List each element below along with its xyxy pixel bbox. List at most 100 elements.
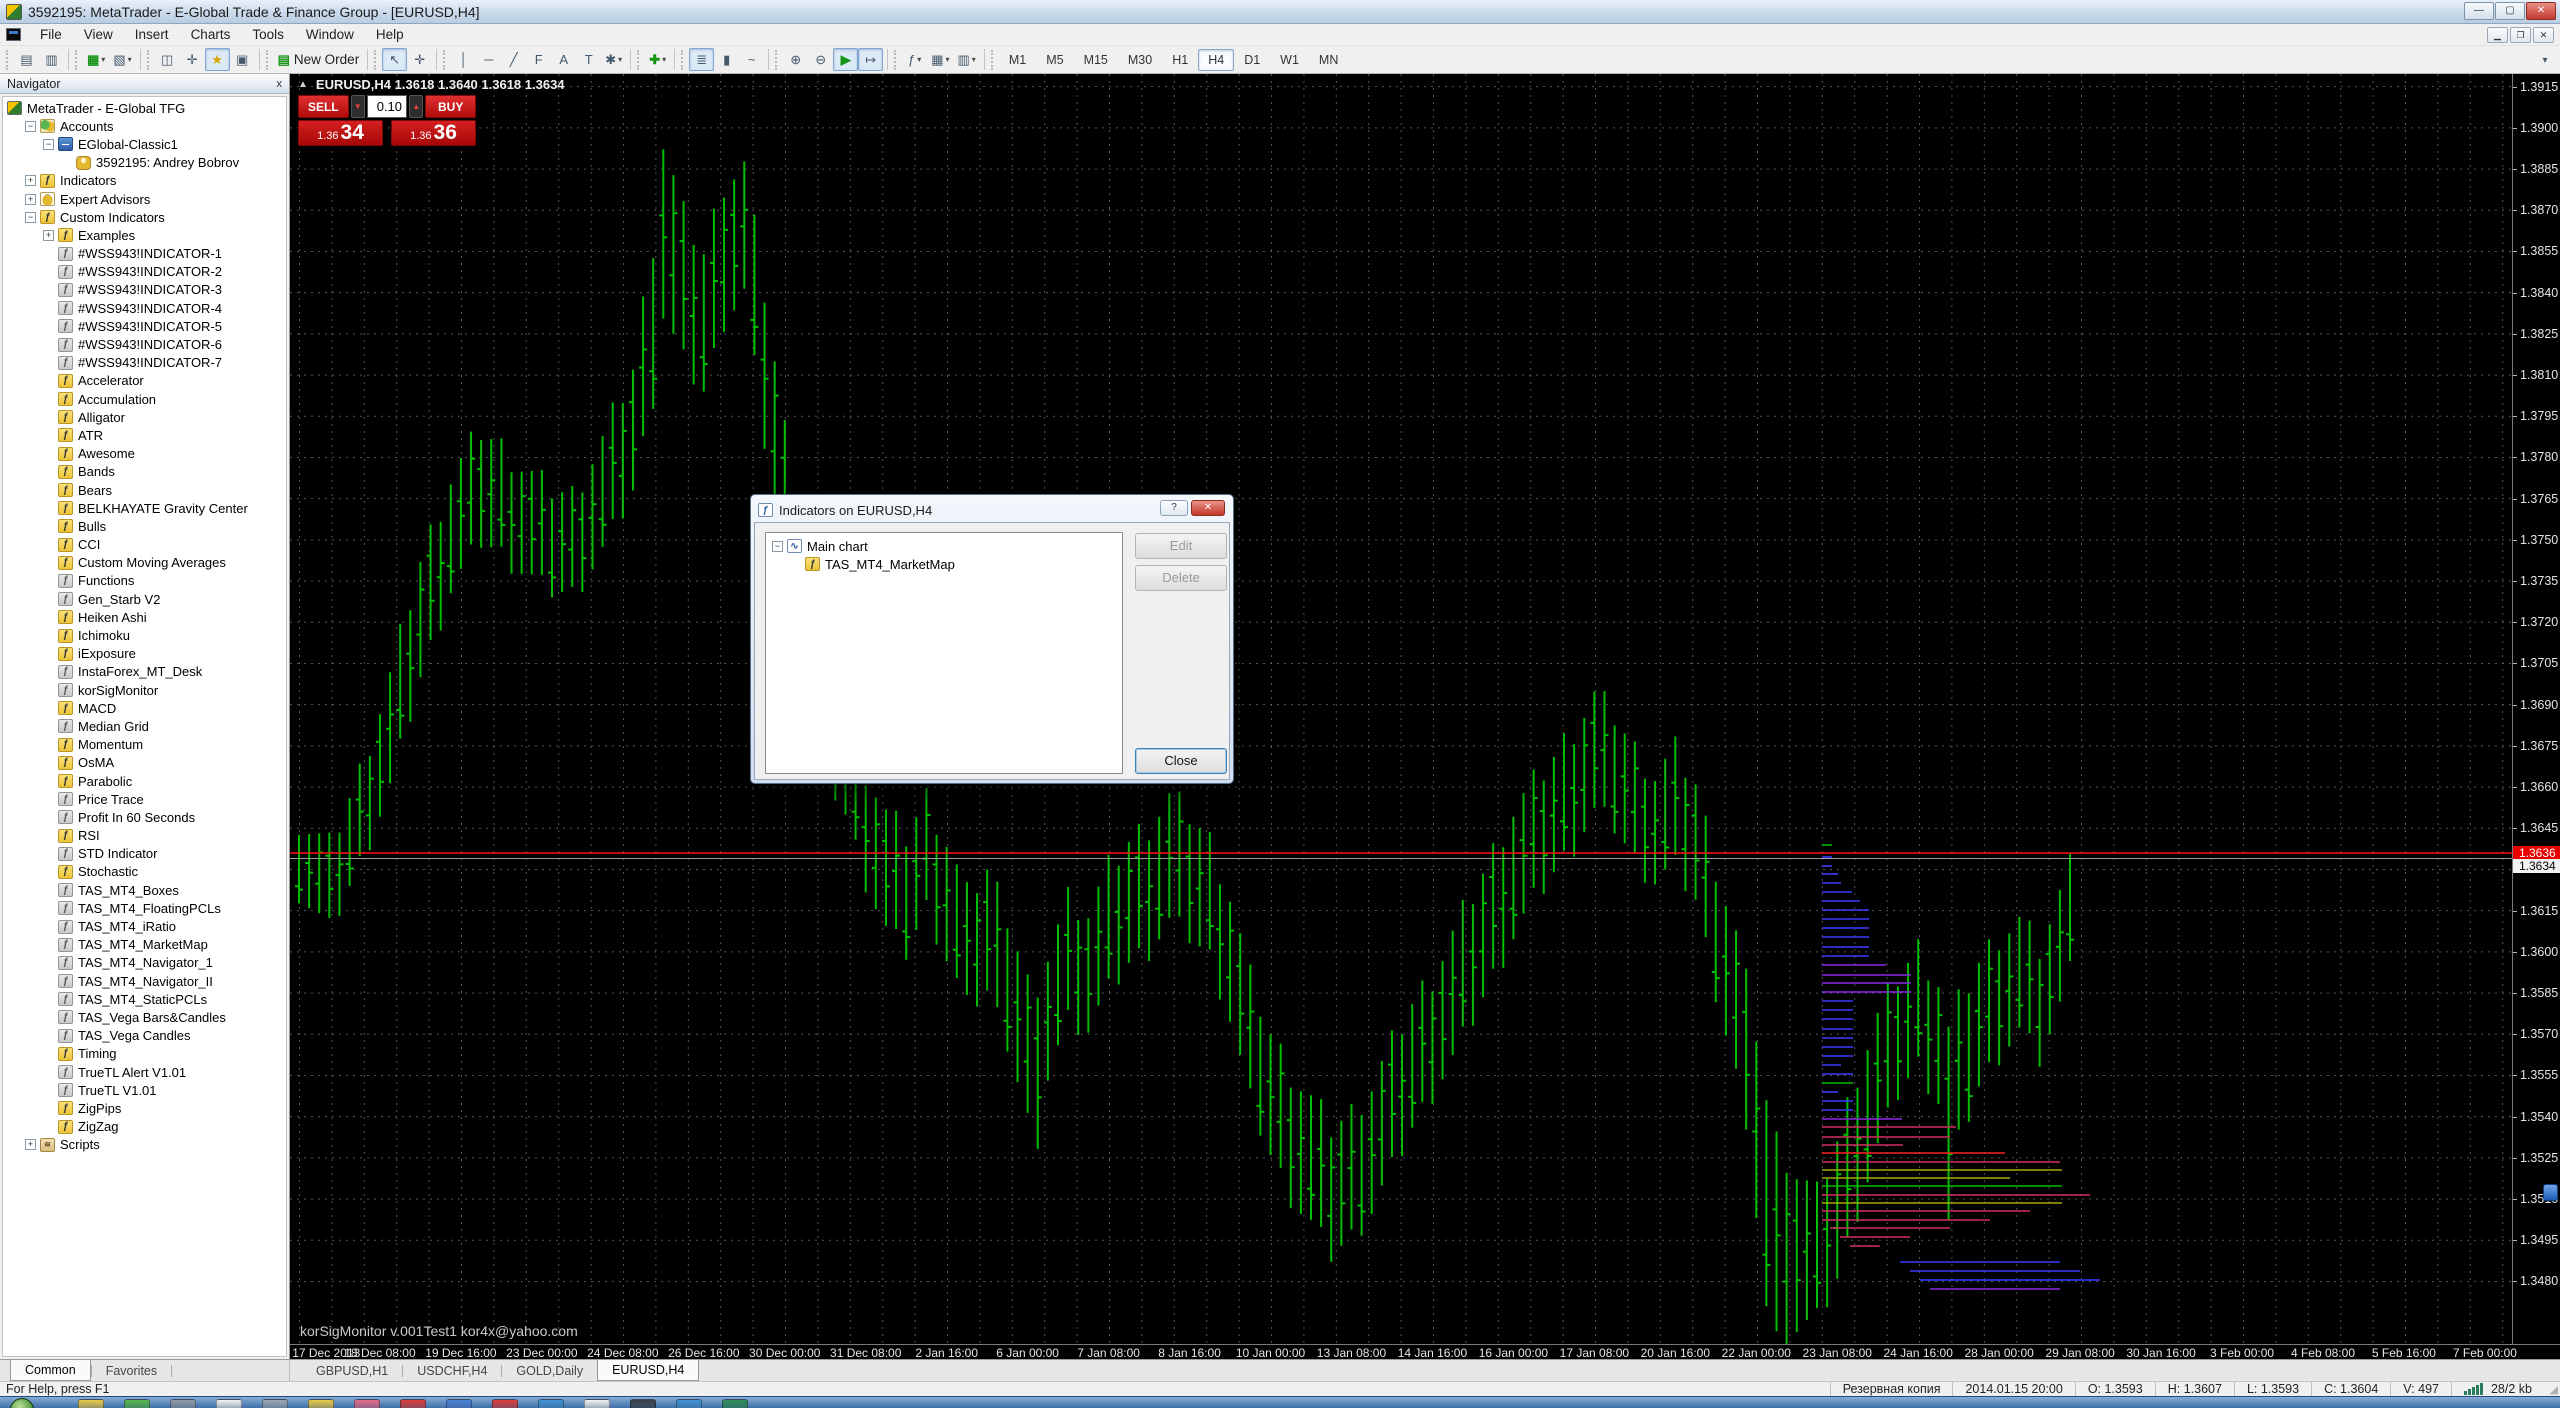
volume-up-button[interactable]: ▲ bbox=[409, 95, 423, 118]
terminal-button[interactable]: ▣ bbox=[230, 48, 255, 71]
tree-item-wss943-indicator-7[interactable]: ƒ#WSS943!INDICATOR-7 bbox=[3, 354, 286, 372]
candle-chart-button[interactable]: ▮ bbox=[714, 48, 739, 71]
tree-item-median-grid[interactable]: ƒMedian Grid bbox=[3, 717, 286, 735]
taskbar-app-icon[interactable] bbox=[78, 1399, 104, 1408]
tree-item-truetl-v1-01[interactable]: ƒTrueTL V1.01 bbox=[3, 1081, 286, 1099]
profiles-button[interactable]: ▧▾ bbox=[109, 48, 135, 71]
tree-item-wss943-indicator-5[interactable]: ƒ#WSS943!INDICATOR-5 bbox=[3, 317, 286, 335]
tree-item-tas-mt4-boxes[interactable]: ƒTAS_MT4_Boxes bbox=[3, 881, 286, 899]
text-label-button[interactable]: T bbox=[576, 48, 601, 71]
tree-item-momentum[interactable]: ƒMomentum bbox=[3, 736, 286, 754]
dialog-indicator-list[interactable]: − ∿ Main chart ƒ TAS_MT4_MarketMap bbox=[765, 532, 1123, 774]
dialog-tree-child-label[interactable]: TAS_MT4_MarketMap bbox=[825, 557, 955, 572]
close-button[interactable]: ✕ bbox=[2526, 2, 2556, 20]
tree-item-eglobal-classic1[interactable]: −EGlobal-Classic1 bbox=[3, 135, 286, 153]
tree-item-gen-starb-v2[interactable]: ƒGen_Starb V2 bbox=[3, 590, 286, 608]
volume-down-button[interactable]: ▼ bbox=[351, 95, 365, 118]
tree-item-expert-advisors[interactable]: +Expert Advisors bbox=[3, 190, 286, 208]
tree-item-wss943-indicator-2[interactable]: ƒ#WSS943!INDICATOR-2 bbox=[3, 263, 286, 281]
crosshair-button[interactable]: ✛ bbox=[407, 48, 432, 71]
delete-button[interactable]: Delete bbox=[1135, 565, 1227, 591]
tree-item-tas-mt4-iratio[interactable]: ƒTAS_MT4_iRatio bbox=[3, 917, 286, 935]
chevron-down-icon[interactable]: ▾ bbox=[618, 55, 622, 64]
sell-button[interactable]: SELL bbox=[298, 95, 349, 118]
minimize-button[interactable]: — bbox=[2464, 2, 2494, 20]
sell-price[interactable]: 1.36 34 bbox=[298, 120, 383, 146]
mdi-minimize-button[interactable]: ▁ bbox=[2487, 27, 2508, 43]
timeframe-w1-button[interactable]: W1 bbox=[1270, 49, 1309, 71]
chart-tab-usdchf-h4[interactable]: USDCHF,H4 bbox=[403, 1360, 501, 1381]
mdi-close-button[interactable]: ✕ bbox=[2533, 27, 2554, 43]
tree-item-macd[interactable]: ƒMACD bbox=[3, 699, 286, 717]
tree-item-cci[interactable]: ƒCCI bbox=[3, 536, 286, 554]
taskbar-app-icon[interactable] bbox=[676, 1399, 702, 1408]
tree-item-zigpips[interactable]: ƒZigPips bbox=[3, 1099, 286, 1117]
trendline-button[interactable]: ╱ bbox=[501, 48, 526, 71]
navigator-close-icon[interactable]: x bbox=[277, 78, 283, 90]
tree-item-3592195-andrey-bobrov[interactable]: 3592195: Andrey Bobrov bbox=[3, 154, 286, 172]
taskbar-app-icon[interactable] bbox=[354, 1399, 380, 1408]
print-button[interactable]: ▤ bbox=[14, 48, 39, 71]
tree-item-belkhayate-gravity-center[interactable]: ƒBELKHAYATE Gravity Center bbox=[3, 499, 286, 517]
tree-item-accumulation[interactable]: ƒAccumulation bbox=[3, 390, 286, 408]
close-dialog-button[interactable]: Close bbox=[1135, 748, 1227, 774]
chart-tab-gold-daily[interactable]: GOLD,Daily bbox=[502, 1360, 597, 1381]
tree-item-wss943-indicator-6[interactable]: ƒ#WSS943!INDICATOR-6 bbox=[3, 335, 286, 353]
tree-item-instaforex-mt-desk[interactable]: ƒInstaForex_MT_Desk bbox=[3, 663, 286, 681]
zoom-in-button[interactable]: ⊕ bbox=[783, 48, 808, 71]
tree-item-tas-mt4-staticpcls[interactable]: ƒTAS_MT4_StaticPCLs bbox=[3, 990, 286, 1008]
taskbar-app-icon[interactable] bbox=[170, 1399, 196, 1408]
menu-item-view[interactable]: View bbox=[73, 24, 124, 45]
timeframe-mn-button[interactable]: MN bbox=[1309, 49, 1348, 71]
tree-item-awesome[interactable]: ƒAwesome bbox=[3, 445, 286, 463]
navigator-tab-favorites[interactable]: Favorites bbox=[92, 1360, 171, 1381]
chevron-down-icon[interactable]: ▾ bbox=[128, 55, 132, 64]
chevron-down-icon[interactable]: ▾ bbox=[945, 55, 949, 64]
auto-scroll-button[interactable]: ▶ bbox=[833, 48, 858, 71]
tree-item-tas-mt4-floatingpcls[interactable]: ƒTAS_MT4_FloatingPCLs bbox=[3, 899, 286, 917]
tree-expander-icon[interactable]: − bbox=[25, 121, 36, 132]
tree-item-korsigmonitor[interactable]: ƒkorSigMonitor bbox=[3, 681, 286, 699]
tree-item-metatrader-e-global-tfg[interactable]: MetaTrader - E-Global TFG bbox=[3, 99, 286, 117]
tree-expander-icon[interactable]: + bbox=[25, 175, 36, 186]
menu-item-window[interactable]: Window bbox=[295, 24, 365, 45]
taskbar-app-icon[interactable] bbox=[630, 1399, 656, 1408]
tree-item-price-trace[interactable]: ƒPrice Trace bbox=[3, 790, 286, 808]
cursor-button[interactable]: ↖ bbox=[382, 48, 407, 71]
timeframe-m30-button[interactable]: M30 bbox=[1118, 49, 1162, 71]
tree-item-bands[interactable]: ƒBands bbox=[3, 463, 286, 481]
tree-expander-icon[interactable]: − bbox=[43, 139, 54, 150]
horizontal-line-button[interactable]: ─ bbox=[476, 48, 501, 71]
text-button[interactable]: A bbox=[551, 48, 576, 71]
periods-button[interactable]: ▥▾ bbox=[954, 48, 980, 71]
maximize-button[interactable]: ▢ bbox=[2495, 2, 2525, 20]
start-button[interactable] bbox=[10, 1398, 34, 1408]
timeframe-m1-button[interactable]: M1 bbox=[999, 49, 1036, 71]
menu-item-tools[interactable]: Tools bbox=[241, 24, 295, 45]
market-watch-button[interactable]: ◫ bbox=[155, 48, 180, 71]
tree-item-alligator[interactable]: ƒAlligator bbox=[3, 408, 286, 426]
indicators-list-button[interactable]: ƒ▾ bbox=[902, 48, 927, 71]
timeframe-h4-button[interactable]: H4 bbox=[1198, 49, 1234, 71]
arrows-button[interactable]: ✱▾ bbox=[601, 48, 626, 71]
tree-expander-icon[interactable]: + bbox=[25, 1139, 36, 1150]
menu-item-help[interactable]: Help bbox=[365, 24, 415, 45]
dialog-close-icon[interactable]: ✕ bbox=[1191, 500, 1225, 516]
buy-price[interactable]: 1.36 36 bbox=[391, 120, 476, 146]
tree-expander-icon[interactable]: + bbox=[25, 194, 36, 205]
chart-tab-gbpusd-h1[interactable]: GBPUSD,H1 bbox=[302, 1360, 402, 1381]
indicators-add-button[interactable]: ✚▾ bbox=[645, 48, 670, 71]
chevron-down-icon[interactable]: ▾ bbox=[917, 55, 921, 64]
buy-button[interactable]: BUY bbox=[425, 95, 476, 118]
print-preview-button[interactable]: ▥ bbox=[39, 48, 64, 71]
tree-item-wss943-indicator-1[interactable]: ƒ#WSS943!INDICATOR-1 bbox=[3, 245, 286, 263]
tree-item-bulls[interactable]: ƒBulls bbox=[3, 517, 286, 535]
panel-collapse-icon[interactable]: ▲ bbox=[298, 79, 308, 90]
new-order-button[interactable]: ▤New Order bbox=[274, 48, 364, 71]
tree-item-std-indicator[interactable]: ƒSTD Indicator bbox=[3, 845, 286, 863]
navigator-tab-common[interactable]: Common bbox=[10, 1360, 91, 1381]
fibonacci-button[interactable]: F bbox=[526, 48, 551, 71]
tree-item-truetl-alert-v1-01[interactable]: ƒTrueTL Alert V1.01 bbox=[3, 1063, 286, 1081]
taskbar-app-icon[interactable] bbox=[722, 1399, 748, 1408]
taskbar-app-icon[interactable] bbox=[584, 1399, 610, 1408]
